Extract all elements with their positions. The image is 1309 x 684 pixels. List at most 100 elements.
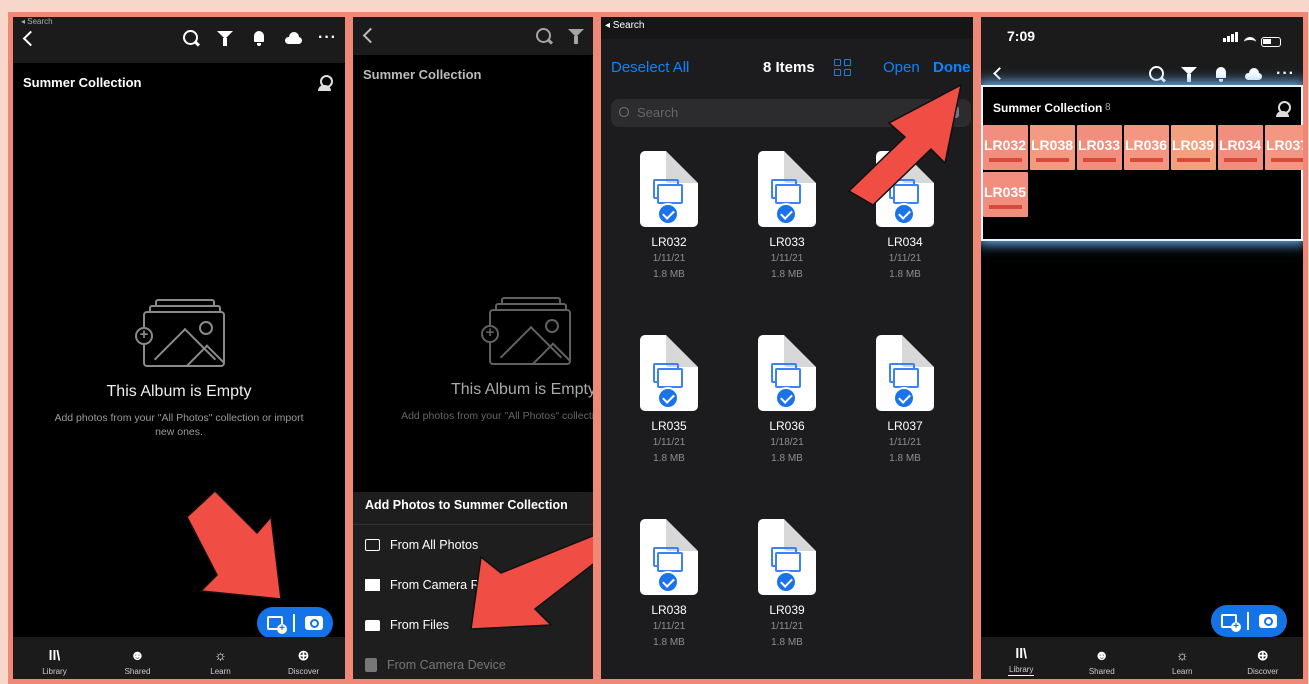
status-back-label[interactable]: ◂ Search: [21, 17, 53, 26]
file-name: LR037: [887, 419, 923, 433]
photo-thumbnail[interactable]: LR039: [1171, 125, 1216, 170]
add-photo-icon[interactable]: [267, 616, 287, 634]
tab-learn[interactable]: ☼ Learn: [179, 637, 262, 679]
file-item[interactable]: LR035 1/11/21 1.8 MB: [614, 335, 724, 465]
empty-subtitle: Add photos from your "All Photos" collec…: [401, 410, 595, 422]
clock: 7:09: [1007, 28, 1036, 44]
file-item[interactable]: LR037 1/11/21 1.8 MB: [850, 335, 960, 465]
photo-thumbnail[interactable]: LR038: [1030, 125, 1075, 170]
file-item[interactable]: LR038 1/11/21 1.8 MB: [614, 519, 724, 649]
file-date: 1/11/21: [770, 253, 804, 264]
empty-subtitle: Add photos from your "All Photos" collec…: [54, 412, 304, 438]
deselect-all-button[interactable]: Deselect All: [611, 59, 689, 76]
file-name: LR036: [769, 419, 805, 433]
option-files[interactable]: From Files: [365, 618, 449, 632]
sd-card-icon: [365, 658, 377, 672]
divider: [353, 524, 593, 525]
file-item[interactable]: LR036 1/18/21 1.8 MB: [732, 335, 842, 465]
thumbnail-label: LR035: [984, 184, 1027, 200]
share-person-icon[interactable]: [317, 75, 333, 91]
bell-icon[interactable]: [1212, 65, 1230, 83]
tab-shared[interactable]: ☻ Shared: [96, 637, 179, 679]
back-chevron-icon[interactable]: [993, 67, 1006, 80]
people-icon: ☻: [130, 647, 145, 663]
grid-view-icon[interactable]: [834, 59, 852, 77]
back-chevron-icon[interactable]: [362, 27, 379, 44]
done-button[interactable]: Done: [933, 59, 971, 76]
back-chevron-icon[interactable]: [22, 30, 39, 47]
tab-discover[interactable]: ⊕ Discover: [262, 637, 345, 679]
tab-discover[interactable]: ⊕ Discover: [1223, 637, 1304, 679]
photo-count: 8: [1105, 102, 1111, 113]
file-name: LR034: [887, 235, 923, 249]
file-grid: LR032 1/11/21 1.8 MB LR033 1/11/21 1.8 M…: [601, 139, 973, 679]
photo-thumbnail[interactable]: LR037: [1265, 125, 1303, 170]
thumbnail-strip: [1036, 158, 1069, 162]
tab-shared[interactable]: ☻ Shared: [1062, 637, 1143, 679]
add-photos-fab[interactable]: [1211, 605, 1287, 637]
tab-label: Library: [1009, 664, 1034, 674]
add-photo-icon[interactable]: [1221, 614, 1241, 632]
file-date: 1/11/21: [652, 253, 686, 264]
pointer-arrow: [186, 489, 282, 600]
file-item[interactable]: LR039 1/11/21 1.8 MB: [732, 519, 842, 649]
tab-label: Discover: [1247, 667, 1279, 676]
file-size: 1.8 MB: [771, 637, 803, 648]
more-icon[interactable]: ···: [1276, 65, 1295, 83]
search-icon[interactable]: [1148, 65, 1166, 83]
filter-icon[interactable]: [216, 29, 234, 47]
image-file-icon: [640, 519, 698, 595]
camera-icon[interactable]: [1258, 614, 1277, 628]
search-placeholder: Search: [637, 105, 679, 120]
file-size: 1.8 MB: [771, 269, 803, 280]
file-item[interactable]: LR032 1/11/21 1.8 MB: [614, 151, 724, 281]
more-icon[interactable]: ···: [318, 29, 337, 47]
tab-label: Shared: [124, 667, 151, 676]
file-size: 1.8 MB: [653, 453, 685, 464]
photo-thumbnail[interactable]: LR036: [1124, 125, 1169, 170]
photo-thumbnail[interactable]: LR035: [983, 172, 1028, 217]
checkmark-icon: [893, 387, 915, 409]
photo-icon: [365, 539, 380, 551]
top-nav-bar: ◂ Search ···: [13, 17, 345, 63]
share-person-icon[interactable]: [1275, 101, 1291, 117]
cellular-signal-icon: [1223, 29, 1239, 47]
cloud-icon[interactable]: [284, 29, 303, 47]
library-icon: ll\: [48, 647, 61, 663]
empty-album-icon: +: [135, 299, 225, 371]
search-icon[interactable]: [535, 27, 553, 45]
bell-icon[interactable]: [250, 29, 268, 47]
file-name: LR032: [651, 235, 687, 249]
search-icon[interactable]: [182, 29, 200, 47]
tab-label: Shared: [1088, 667, 1115, 676]
battery-icon: [1261, 37, 1281, 47]
open-button[interactable]: Open: [883, 59, 920, 76]
photo-thumbnail[interactable]: LR033: [1077, 125, 1122, 170]
photo-thumbnail[interactable]: LR034: [1218, 125, 1263, 170]
tab-library[interactable]: ll\ Library: [13, 637, 96, 679]
option-all-photos[interactable]: From All Photos: [365, 538, 478, 552]
cloud-icon[interactable]: [1244, 65, 1263, 83]
thumbnail-label: LR034: [1219, 137, 1262, 153]
add-photos-fab[interactable]: [257, 607, 333, 639]
camera-icon[interactable]: [304, 616, 323, 630]
tab-learn[interactable]: ☼ Learn: [1142, 637, 1223, 679]
file-item[interactable]: LR033 1/11/21 1.8 MB: [732, 151, 842, 281]
thumbnail-label: LR038: [1031, 137, 1074, 153]
filter-icon[interactable]: [567, 27, 585, 45]
status-back-label[interactable]: ◂ Search: [605, 20, 644, 31]
tab-label: Learn: [210, 667, 231, 676]
top-nav-bar: [353, 17, 593, 55]
library-icon: ll\: [1015, 644, 1028, 661]
album-empty-screen: ◂ Search ··· Summer Collection + This Al…: [8, 12, 350, 684]
file-date: 1/11/21: [652, 437, 686, 448]
pointer-arrow: [470, 534, 593, 630]
file-size: 1.8 MB: [889, 453, 921, 464]
filter-icon[interactable]: [1180, 65, 1198, 83]
wifi-icon: [1244, 37, 1256, 47]
option-label: From Camera Device: [387, 658, 506, 672]
tab-label: Library: [42, 667, 67, 676]
file-date: 1/11/21: [888, 437, 922, 448]
tab-library[interactable]: ll\ Library: [981, 637, 1062, 679]
photo-thumbnail[interactable]: LR032: [983, 125, 1028, 170]
